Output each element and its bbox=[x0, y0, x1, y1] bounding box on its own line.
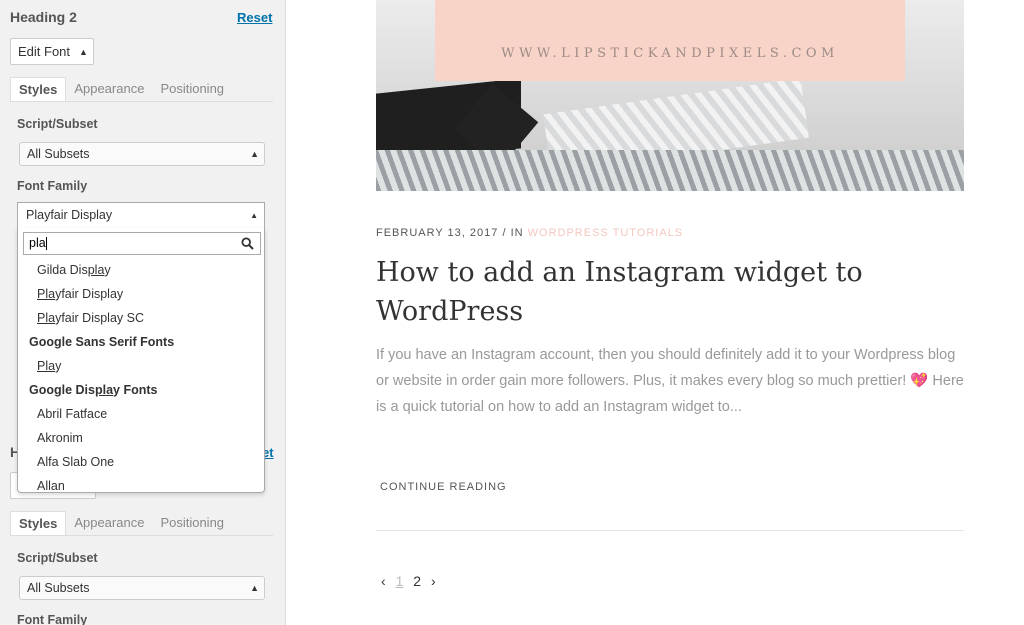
option-text: Gilda Dis bbox=[37, 263, 88, 277]
font-option[interactable]: Alfa Slab One bbox=[18, 450, 264, 474]
option-text: y bbox=[104, 263, 111, 277]
post-featured-image[interactable]: WWW.LIPSTICKANDPIXELS.COM bbox=[376, 0, 964, 191]
option-text: Akronim bbox=[37, 431, 83, 445]
meta-separator: / IN bbox=[502, 227, 524, 239]
option-match-text: Pla bbox=[37, 359, 56, 373]
option-text: Google Sans Serif Fonts bbox=[29, 335, 175, 349]
post-date: FEBRUARY 13, 2017 bbox=[376, 227, 499, 239]
script-subset-label-2: Script/Subset bbox=[17, 551, 98, 565]
tab-appearance[interactable]: Appearance bbox=[66, 77, 152, 101]
option-group-heading: Google Sans Serif Fonts bbox=[18, 330, 264, 354]
option-text: Google Dis bbox=[29, 383, 95, 397]
pink-card bbox=[435, 0, 905, 81]
font-tabs: Styles Appearance Positioning bbox=[10, 77, 273, 102]
font-option[interactable]: Play bbox=[18, 354, 264, 378]
script-subset-select[interactable]: All Subsets ▲ bbox=[19, 142, 265, 166]
updown-arrows-icon: ▲ bbox=[250, 583, 259, 593]
script-subset-label: Script/Subset bbox=[17, 117, 98, 131]
pagination: ‹ 1 2 › bbox=[381, 573, 442, 589]
option-text: Alfa Slab One bbox=[37, 455, 115, 469]
divider bbox=[376, 530, 964, 531]
tab-styles[interactable]: Styles bbox=[10, 77, 67, 101]
next-page-icon[interactable]: › bbox=[431, 573, 436, 589]
option-text: y Fonts bbox=[113, 383, 158, 397]
option-match-text: pla bbox=[87, 263, 105, 277]
tab-positioning[interactable]: Positioning bbox=[152, 77, 232, 101]
hero-url-text: WWW.LIPSTICKANDPIXELS.COM bbox=[501, 46, 839, 61]
font-option[interactable]: Playfair Display bbox=[18, 282, 264, 306]
tab-positioning-2[interactable]: Positioning bbox=[152, 511, 232, 535]
text-cursor bbox=[45, 237, 47, 251]
script-subset-value-2: All Subsets bbox=[27, 581, 90, 595]
option-group-heading: Google Display Fonts bbox=[18, 378, 264, 402]
option-match-text: Pla bbox=[37, 287, 56, 301]
font-option[interactable]: Abril Fatface bbox=[18, 402, 264, 426]
tab-appearance-2[interactable]: Appearance bbox=[66, 511, 152, 535]
option-text: y bbox=[55, 359, 62, 373]
continue-reading-link[interactable]: CONTINUE READING bbox=[380, 481, 507, 493]
page-1-link[interactable]: 1 bbox=[396, 573, 404, 589]
search-icon bbox=[241, 237, 254, 250]
font-family-value: Playfair Display bbox=[26, 208, 113, 222]
font-family-label-2: Font Family bbox=[17, 613, 88, 625]
option-text: yfair Display bbox=[55, 287, 124, 301]
font-option[interactable]: Playfair Display SC bbox=[18, 306, 264, 330]
caret-up-icon: ▲ bbox=[79, 46, 88, 57]
option-text: yfair Display SC bbox=[55, 311, 144, 325]
option-text: Allan bbox=[37, 479, 65, 493]
post-meta: FEBRUARY 13, 2017 / IN WORDPRESS TUTORIA… bbox=[376, 227, 683, 239]
font-option[interactable]: Allan bbox=[18, 474, 264, 493]
tab-styles-2[interactable]: Styles bbox=[10, 511, 67, 535]
font-tabs-2: Styles Appearance Positioning bbox=[10, 511, 273, 536]
option-text: Abril Fatface bbox=[37, 407, 108, 421]
feather-decor bbox=[376, 150, 964, 191]
prev-page-icon[interactable]: ‹ bbox=[381, 573, 386, 589]
font-search-input[interactable]: pla bbox=[23, 232, 261, 255]
page-2-link[interactable]: 2 bbox=[413, 573, 421, 589]
post-title[interactable]: How to add an Instagram widget to WordPr… bbox=[376, 253, 936, 331]
reset-link[interactable]: Reset bbox=[237, 10, 272, 25]
edit-font-button[interactable]: Edit Font ▲ bbox=[10, 38, 94, 65]
option-match-text: pla bbox=[94, 383, 114, 397]
section-heading: Heading 2 bbox=[10, 9, 77, 25]
font-family-dropdown: pla Gilda Display Playfair Display Playfai… bbox=[17, 228, 265, 493]
caret-up-icon: ▲ bbox=[250, 211, 258, 220]
post-excerpt: If you have an Instagram account, then y… bbox=[376, 342, 966, 420]
font-family-label: Font Family bbox=[17, 179, 88, 193]
font-search-value: pla bbox=[29, 236, 46, 250]
font-option[interactable]: Akronim bbox=[18, 426, 264, 450]
option-match-text: Pla bbox=[37, 311, 56, 325]
post-category-link[interactable]: WORDPRESS TUTORIALS bbox=[528, 227, 684, 239]
script-subset-value: All Subsets bbox=[27, 147, 90, 161]
font-option[interactable]: Gilda Display bbox=[18, 258, 264, 282]
excerpt-text: If you have an Instagram account, then y… bbox=[376, 347, 956, 389]
edit-font-label: Edit Font bbox=[18, 44, 71, 59]
font-family-select[interactable]: Playfair Display ▲ bbox=[17, 202, 265, 229]
font-options-list: Gilda Display Playfair Display Playfair Di… bbox=[18, 258, 264, 493]
script-subset-select-2[interactable]: All Subsets ▲ bbox=[19, 576, 265, 600]
updown-arrows-icon: ▲ bbox=[250, 149, 259, 159]
heart-emoji-icon: 💖 bbox=[910, 373, 929, 389]
